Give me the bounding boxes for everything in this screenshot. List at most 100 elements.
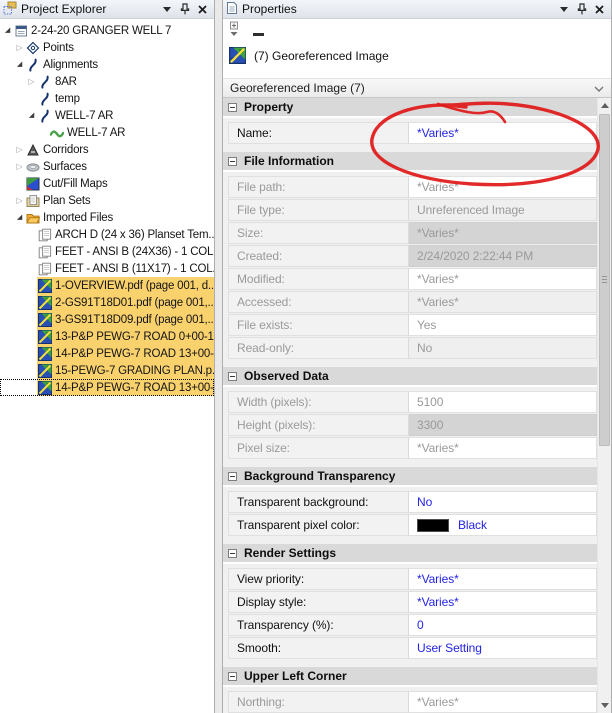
property-value[interactable]: No (409, 491, 597, 513)
tree-item[interactable]: ▷ Surfaces (0, 158, 214, 175)
tree-item-content[interactable]: 13-P&P PEWG-7 ROAD 0+00-1... (37, 328, 214, 345)
tree-item-content[interactable]: 14-P&P PEWG-7 ROAD 13+00-... (37, 379, 214, 396)
property-label: File exists: (228, 314, 409, 336)
property-value[interactable]: *Varies* (409, 591, 597, 613)
close-icon[interactable] (591, 2, 608, 17)
tree-item-content[interactable]: Plan Sets (25, 192, 214, 209)
tree-item[interactable]: 14-P&P PEWG-7 ROAD 13+00-... (0, 379, 214, 396)
tree-item-content[interactable]: Alignments (25, 56, 214, 73)
object-type-selector[interactable]: Georeferenced Image (7) (223, 78, 611, 98)
tree-item-content[interactable]: WELL-7 AR (37, 107, 214, 124)
property-value-text: *Varies* (417, 126, 459, 140)
collapse-icon[interactable] (228, 548, 237, 558)
tree-item-content[interactable]: Points (25, 39, 214, 56)
georef-icon (37, 278, 52, 293)
tree-item[interactable]: 2-GS91T18D01.pdf (page 001,... (0, 294, 214, 311)
tree-item[interactable]: ARCH D (24 x 36) Planset Tem... (0, 226, 214, 243)
tree-item[interactable]: Cut/Fill Maps (0, 175, 214, 192)
tree-item-label: Cut/Fill Maps (43, 177, 108, 190)
property-value[interactable]: Black (409, 514, 597, 536)
combo-chevron-icon[interactable] (594, 81, 604, 95)
tree-item-content[interactable]: 1-OVERVIEW.pdf (page 001, d... (37, 277, 214, 294)
expander-icon[interactable]: ◢ (2, 22, 13, 39)
property-value[interactable]: 0 (409, 614, 597, 636)
georef-icon (37, 295, 52, 310)
section-header[interactable]: Property (223, 98, 597, 118)
tree-item[interactable]: 14-P&P PEWG-7 ROAD 13+00-... (0, 345, 214, 362)
section-header[interactable]: Background Transparency (223, 467, 597, 487)
tree-item[interactable]: 1-OVERVIEW.pdf (page 001, d... (0, 277, 214, 294)
scrollbar-thumb[interactable] (599, 114, 610, 446)
expander-icon[interactable]: ◢ (14, 209, 25, 226)
property-value[interactable]: User Setting (409, 637, 597, 659)
tree-item[interactable]: ◢ 2-24-20 GRANGER WELL 7 (0, 22, 214, 39)
tree-item-content[interactable]: 14-P&P PEWG-7 ROAD 13+00-... (37, 345, 214, 362)
tree-item[interactable]: ◢ WELL-7 AR (0, 107, 214, 124)
tree-item[interactable]: WELL-7 AR (0, 124, 214, 141)
close-icon[interactable] (194, 2, 211, 17)
property-value[interactable]: *Varies* (409, 568, 597, 590)
pin-icon[interactable] (573, 2, 590, 17)
scroll-down-icon[interactable] (598, 698, 611, 713)
expander-icon[interactable]: ▷ (14, 158, 25, 175)
pin-icon[interactable] (176, 2, 193, 17)
tree-item-content[interactable]: Corridors (25, 141, 214, 158)
scroll-up-icon[interactable] (598, 98, 611, 113)
tree-item-content[interactable]: Cut/Fill Maps (25, 175, 214, 192)
tree-item-content[interactable]: ARCH D (24 x 36) Planset Tem... (37, 226, 214, 243)
tree-item-content[interactable]: FEET - ANSI B (11X17) - 1 COL... (37, 260, 214, 277)
tree-item[interactable]: ▷ Corridors (0, 141, 214, 158)
tree-item-content[interactable]: 2-GS91T18D01.pdf (page 001,... (37, 294, 214, 311)
tree-item-content[interactable]: temp (37, 90, 214, 107)
tree-item-content[interactable]: WELL-7 AR (49, 124, 214, 141)
chevron-down-icon[interactable] (555, 2, 572, 17)
tree-item[interactable]: ◢ Imported Files (0, 209, 214, 226)
property-value-text: *Varies* (417, 272, 459, 286)
color-swatch[interactable] (417, 518, 449, 532)
collapse-icon[interactable] (228, 156, 237, 166)
vertical-scrollbar[interactable] (597, 98, 611, 713)
tree-item-content[interactable]: 3-GS91T18D09.pdf (page 001,... (37, 311, 214, 328)
pin-widget-icon[interactable] (228, 21, 240, 43)
collapse-icon[interactable] (228, 471, 237, 481)
tree-item[interactable]: ▷ Points (0, 39, 214, 56)
tree-item-content[interactable]: 8AR (37, 73, 214, 90)
tree-item[interactable]: temp (0, 90, 214, 107)
tree-item[interactable]: 15-PEWG-7 GRADING PLAN.p... (0, 362, 214, 379)
tree-item-content[interactable]: FEET - ANSI B (24X36) - 1 COL... (37, 243, 214, 260)
tree-item[interactable]: FEET - ANSI B (11X17) - 1 COL... (0, 260, 214, 277)
property-value: 2/24/2020 2:22:44 PM (409, 245, 597, 267)
tree-item-content[interactable]: Imported Files (25, 209, 214, 226)
tree-item[interactable]: ▷ 8AR (0, 73, 214, 90)
section-title: Upper Left Corner (244, 669, 347, 683)
property-row: Transparent background: No (228, 491, 597, 513)
tree-item[interactable]: 3-GS91T18D09.pdf (page 001,... (0, 311, 214, 328)
georef-icon (37, 329, 52, 344)
tree-item[interactable]: ▷ Plan Sets (0, 192, 214, 209)
section-header[interactable]: File Information (223, 152, 597, 172)
section-header[interactable]: Render Settings (223, 544, 597, 564)
property-value-text: *Varies* (417, 572, 459, 586)
property-value: *Varies* (409, 691, 597, 713)
expander-icon[interactable]: ◢ (14, 56, 25, 73)
section-header[interactable]: Observed Data (223, 367, 597, 387)
expander-icon[interactable]: ◢ (26, 107, 37, 124)
tree-item-content[interactable]: Surfaces (25, 158, 214, 175)
toolbar-grip[interactable] (253, 33, 264, 36)
expander-icon[interactable]: ▷ (26, 73, 37, 90)
collapse-icon[interactable] (228, 671, 237, 681)
tree-item-content[interactable]: 15-PEWG-7 GRADING PLAN.p... (37, 362, 214, 379)
section-header[interactable]: Upper Left Corner (223, 667, 597, 687)
tree-item-content[interactable]: 2-24-20 GRANGER WELL 7 (13, 22, 214, 39)
property-value[interactable]: *Varies* (409, 122, 597, 144)
collapse-icon[interactable] (228, 371, 237, 381)
expander-icon[interactable]: ▷ (14, 39, 25, 56)
chevron-down-icon[interactable] (158, 2, 175, 17)
tree-item-label: FEET - ANSI B (11X17) - 1 COL... (55, 262, 214, 275)
collapse-icon[interactable] (228, 102, 237, 112)
expander-icon[interactable]: ▷ (14, 192, 25, 209)
tree-item[interactable]: 13-P&P PEWG-7 ROAD 0+00-1... (0, 328, 214, 345)
expander-icon[interactable]: ▷ (14, 141, 25, 158)
tree-item[interactable]: ◢ Alignments (0, 56, 214, 73)
tree-item[interactable]: FEET - ANSI B (24X36) - 1 COL... (0, 243, 214, 260)
